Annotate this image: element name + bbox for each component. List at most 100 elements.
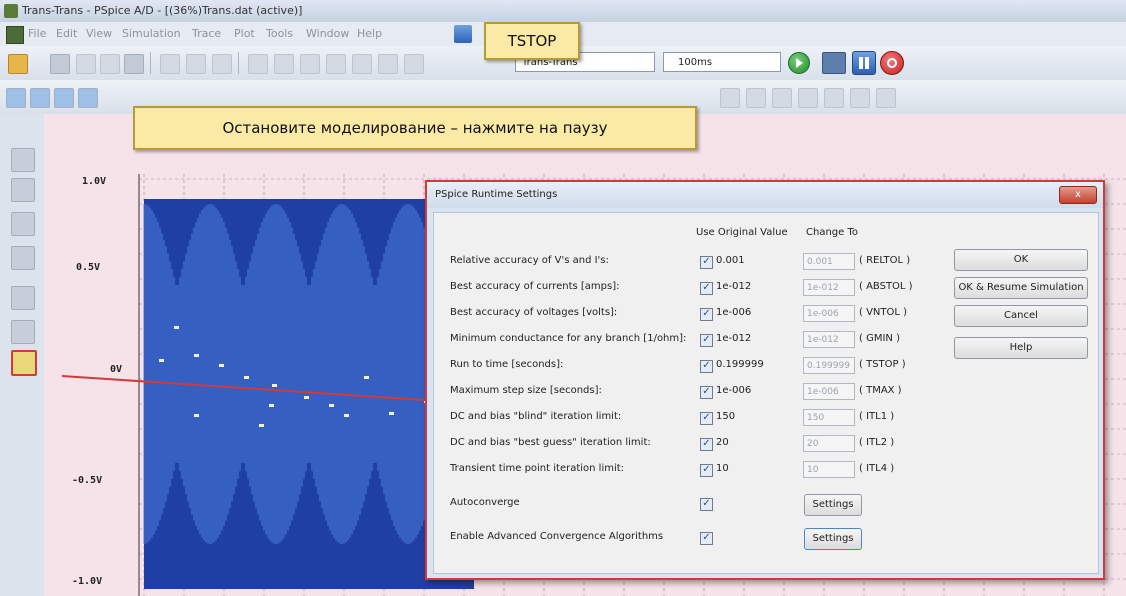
parameter-name: ( ITL1 )	[859, 411, 895, 422]
setting-label: Relative accuracy of V's and I's:	[450, 255, 609, 266]
change-to-field[interactable]: 1e-012	[803, 331, 855, 348]
schematic-view-icon[interactable]	[11, 246, 35, 270]
window-titlebar: Trans-Trans - PSpice A/D - [(36%)Trans.d…	[0, 0, 1126, 23]
pause-callout: Остановите моделирование – нажмите на па…	[133, 106, 697, 150]
function-icon[interactable]	[404, 54, 424, 74]
probe-icon[interactable]	[11, 148, 35, 172]
redo-icon[interactable]	[274, 54, 294, 74]
marker-point	[272, 384, 277, 387]
dialog-titlebar: PSpice Runtime Settings x	[427, 182, 1103, 208]
change-to-field[interactable]: 1e-006	[803, 305, 855, 322]
use-original-checkbox[interactable]: ✓	[700, 438, 713, 451]
print-preview-icon[interactable]	[76, 54, 96, 74]
open-icon[interactable]	[50, 54, 70, 74]
marker-point	[304, 396, 309, 399]
y-tick-label: -1.0V	[72, 576, 103, 587]
use-original-checkbox[interactable]: ✓	[700, 308, 713, 321]
change-to-field[interactable]: 20	[803, 435, 855, 452]
original-value: 150	[716, 411, 736, 422]
save-icon[interactable]	[100, 54, 120, 74]
parameter-name: ( ITL2 )	[859, 437, 895, 448]
cut-icon[interactable]	[160, 54, 180, 74]
advanced-convergence-checkbox[interactable]: ✓	[700, 532, 713, 545]
zoom-area-icon[interactable]	[54, 88, 74, 108]
zoom-out-icon[interactable]	[30, 88, 50, 108]
use-original-checkbox[interactable]: ✓	[700, 412, 713, 425]
trace-add-icon[interactable]	[300, 54, 320, 74]
tstop-field[interactable]: 100ms	[663, 52, 781, 72]
change-to-field[interactable]: 150	[803, 409, 855, 426]
message-icon[interactable]	[11, 320, 35, 344]
menu-view[interactable]: View	[86, 27, 112, 40]
help-icon[interactable]	[454, 25, 472, 43]
copy-icon[interactable]	[186, 54, 206, 74]
bias-points-icon[interactable]	[11, 286, 35, 310]
original-value: 20	[716, 437, 729, 448]
use-original-checkbox[interactable]: ✓	[700, 334, 713, 347]
cursor-peak-icon[interactable]	[720, 88, 740, 108]
parameter-name: ( RELTOL )	[859, 255, 911, 266]
new-icon[interactable]	[8, 54, 28, 74]
column-header-change: Change To	[806, 227, 858, 238]
menu-window[interactable]: Window	[306, 27, 349, 40]
simulation-output-icon[interactable]	[11, 178, 35, 202]
setting-label: Transient time point iteration limit:	[450, 463, 625, 474]
cursor-max-icon[interactable]	[824, 88, 844, 108]
undo-icon[interactable]	[248, 54, 268, 74]
cursor-slope-icon[interactable]	[772, 88, 792, 108]
run-simulation-button[interactable]	[788, 52, 810, 74]
trace-delete-icon[interactable]	[378, 54, 398, 74]
autoconverge-settings-button[interactable]: Settings	[804, 494, 862, 516]
menu-tools[interactable]: Tools	[266, 27, 293, 40]
menu-plot[interactable]: Plot	[234, 27, 255, 40]
document-icon[interactable]	[6, 26, 24, 44]
use-original-checkbox[interactable]: ✓	[700, 464, 713, 477]
setting-label: Minimum conductance for any branch [1/oh…	[450, 333, 687, 344]
advanced-settings-button[interactable]: Settings	[804, 528, 862, 550]
menu-edit[interactable]: Edit	[56, 27, 77, 40]
pause-simulation-button[interactable]	[852, 51, 876, 75]
menu-trace[interactable]: Trace	[192, 27, 221, 40]
cursor-trough-icon[interactable]	[746, 88, 766, 108]
use-original-checkbox[interactable]: ✓	[700, 360, 713, 373]
runtime-settings-icon[interactable]	[11, 350, 37, 376]
autoconverge-checkbox[interactable]: ✓	[700, 498, 713, 511]
trace-edit-icon[interactable]	[352, 54, 372, 74]
change-to-field[interactable]: 10	[803, 461, 855, 478]
parameter-name: ( ITL4 )	[859, 463, 895, 474]
help-button[interactable]: Help	[954, 337, 1088, 359]
change-to-field[interactable]: 0.199999	[803, 357, 855, 374]
use-original-checkbox[interactable]: ✓	[700, 282, 713, 295]
menu-help[interactable]: Help	[357, 27, 382, 40]
column-header-original: Use Original Value	[696, 227, 788, 238]
ok-button[interactable]: OK	[954, 249, 1088, 271]
marker-point	[194, 414, 199, 417]
paste-icon[interactable]	[212, 54, 232, 74]
original-value: 1e-006	[716, 307, 752, 318]
marker-point	[389, 412, 394, 415]
zoom-fit-icon[interactable]	[78, 88, 98, 108]
marker-point	[174, 326, 179, 329]
cursor-point-icon[interactable]	[850, 88, 870, 108]
zoom-in-icon[interactable]	[6, 88, 26, 108]
change-to-field[interactable]: 1e-006	[803, 383, 855, 400]
menu-simulation[interactable]: Simulation	[122, 27, 181, 40]
view-output-file-icon[interactable]	[11, 212, 35, 236]
use-original-checkbox[interactable]: ✓	[700, 386, 713, 399]
change-to-field[interactable]: 1e-012	[803, 279, 855, 296]
trace-marker-icon[interactable]	[326, 54, 346, 74]
cancel-button[interactable]: Cancel	[954, 305, 1088, 327]
ok-resume-button[interactable]: OK & Resume Simulation	[954, 277, 1088, 299]
save-simulation-button[interactable]	[822, 52, 846, 74]
cursor-min-icon[interactable]	[798, 88, 818, 108]
dialog-title: PSpice Runtime Settings	[435, 189, 558, 200]
stop-simulation-button[interactable]	[880, 51, 904, 75]
use-original-checkbox[interactable]: ✓	[700, 256, 713, 269]
close-icon[interactable]: x	[1059, 186, 1097, 204]
change-to-field[interactable]: 0.001	[803, 253, 855, 270]
cursor-search-icon[interactable]	[876, 88, 896, 108]
menu-file[interactable]: File	[28, 27, 46, 40]
toolbar-separator	[150, 52, 151, 74]
print-icon[interactable]	[124, 54, 144, 74]
setting-label: Run to time [seconds]:	[450, 359, 564, 370]
